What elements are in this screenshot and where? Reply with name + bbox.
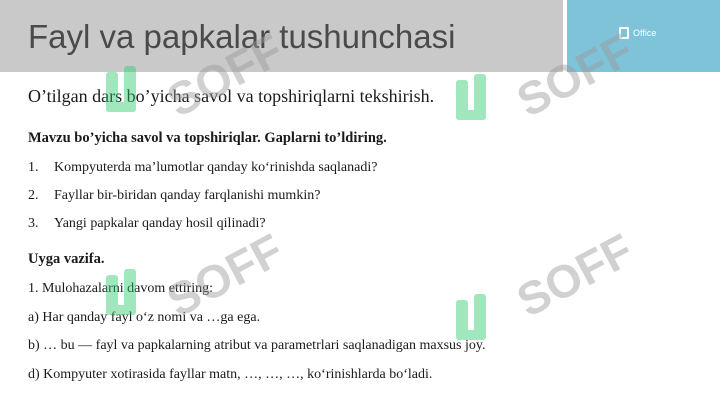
homework-line: d) Kompyuter xotirasida fayllar matn, …,…	[28, 367, 433, 382]
question-number: 1.	[28, 160, 39, 175]
title-bar: Fayl va papkalar tushunchasi	[0, 0, 563, 72]
slide-subtitle: O’tilgan dars bo’yicha savol va topshiri…	[28, 86, 435, 106]
question-item: 2. Fayllar bir-biridan qanday farqlanishi…	[28, 188, 320, 204]
homework-line: b) … bu — fayl va papkalarning atribut v…	[28, 338, 486, 353]
question-text: Yangi papkalar qanday hosil qilinadi?	[54, 216, 266, 231]
watermark-logo-icon	[456, 74, 486, 120]
office-icon	[619, 27, 629, 39]
question-number: 2.	[28, 188, 39, 203]
questions-heading: Mavzu bo’yicha savol va topshiriqlar. Ga…	[28, 130, 387, 146]
slide-title: Fayl va papkalar tushunchasi	[28, 18, 456, 55]
office-logo-text: Office	[633, 28, 657, 38]
question-item: 3. Yangi papkalar qanday hosil qilinadi?	[28, 216, 266, 232]
office-logo: Office	[619, 27, 656, 39]
watermark-text: SOFF	[508, 223, 642, 327]
question-text: Fayllar bir-biridan qanday farqlanishi m…	[54, 188, 321, 203]
question-number: 3.	[28, 216, 39, 231]
homework-line: a) Har qanday fayl o‘z nomi va …ga ega.	[28, 310, 261, 325]
homework-line: 1. Mulohazalarni davom ettiring:	[28, 281, 214, 296]
question-text: Kompyuterda ma’lumotlar qanday ko‘rinish…	[54, 160, 378, 175]
question-item: 1. Kompyuterda ma’lumotlar qanday ko‘rini…	[28, 160, 377, 176]
logo-panel: Office	[567, 0, 720, 72]
homework-heading: Uyga vazifa.	[28, 251, 105, 267]
